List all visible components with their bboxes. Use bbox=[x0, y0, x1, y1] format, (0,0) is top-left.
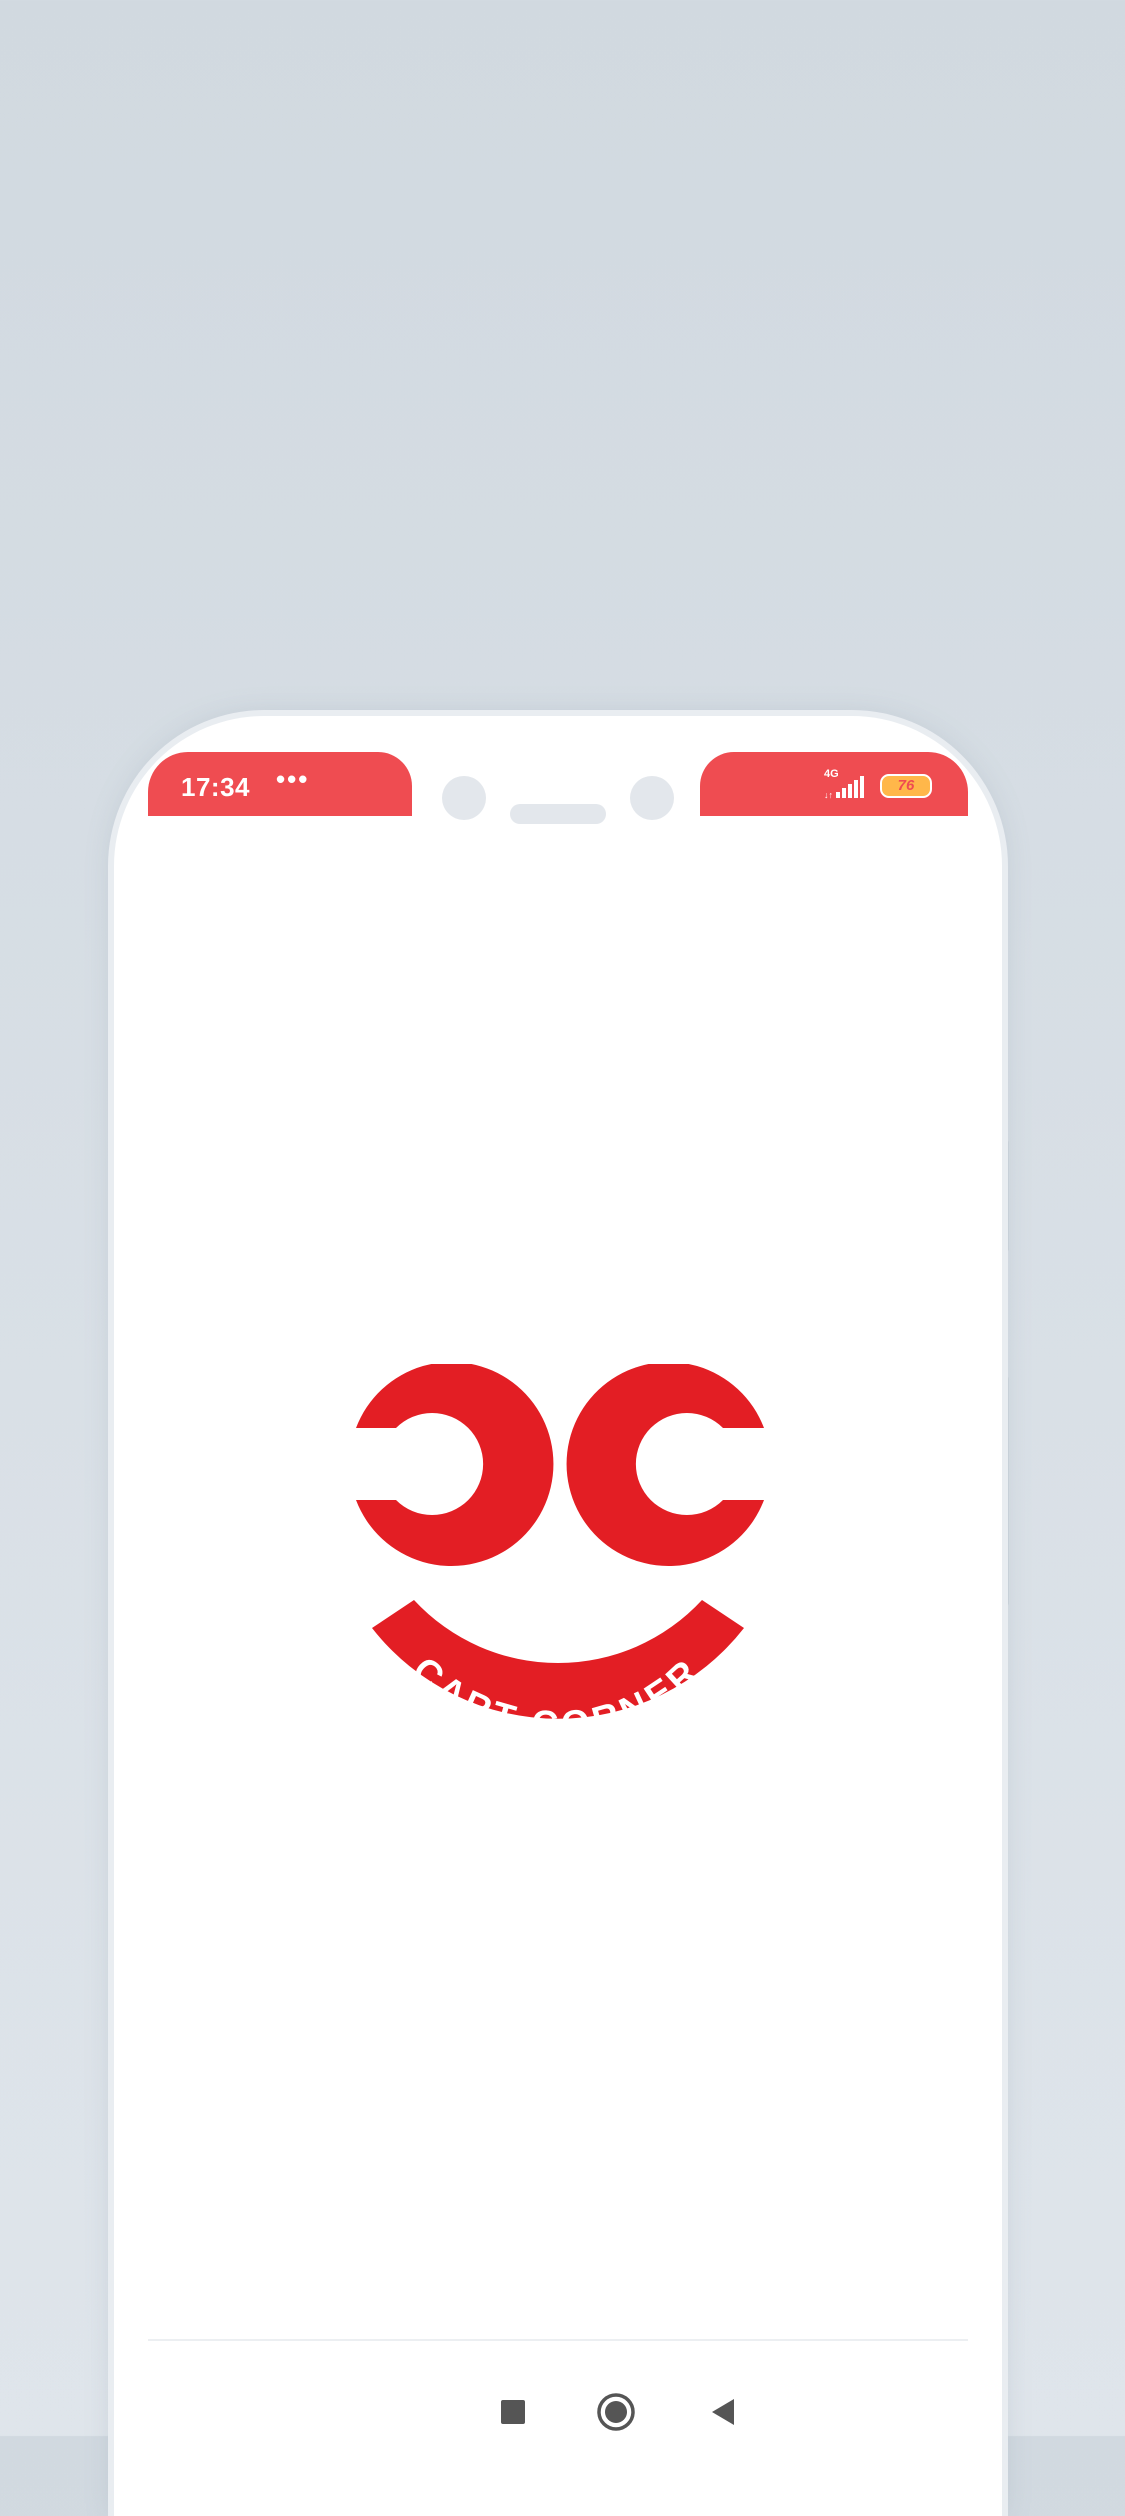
home-button[interactable] bbox=[591, 2387, 641, 2437]
signal-icon: 4G ↓↑ bbox=[824, 768, 870, 800]
recents-square-icon bbox=[501, 2400, 525, 2424]
more-notifications-icon: ••• bbox=[276, 764, 310, 794]
back-button[interactable] bbox=[699, 2387, 749, 2437]
status-bar-left: 17:34 ••• bbox=[148, 752, 412, 816]
battery-icon: 76 bbox=[880, 774, 932, 798]
earpiece-speaker bbox=[510, 804, 606, 824]
phone-frame: 17:34 ••• 4G ↓↑ 76 CART CORNER bbox=[114, 716, 1002, 2516]
back-triangle-icon bbox=[712, 2399, 734, 2425]
home-circle-icon bbox=[597, 2393, 635, 2431]
front-sensor bbox=[630, 776, 674, 820]
status-time: 17:34 bbox=[181, 772, 250, 802]
status-bar-right: 4G ↓↑ 76 bbox=[700, 752, 968, 816]
front-camera bbox=[442, 776, 486, 820]
svg-text:↓↑: ↓↑ bbox=[824, 790, 833, 800]
system-navigation-bar bbox=[148, 2339, 968, 2516]
cart-corner-logo: CART CORNER bbox=[342, 1362, 774, 1764]
recents-button[interactable] bbox=[488, 2387, 538, 2437]
